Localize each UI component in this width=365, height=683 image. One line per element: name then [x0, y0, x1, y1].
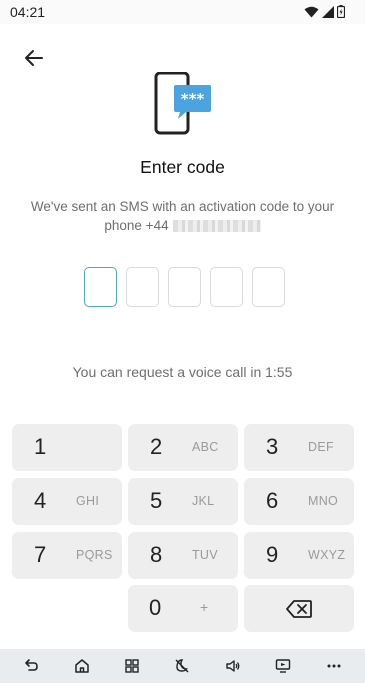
do-not-disturb-icon [175, 659, 189, 673]
code-digit-input[interactable] [210, 267, 243, 307]
battery-icon [337, 5, 345, 18]
subtitle: We've sent an SMS with an activation cod… [20, 197, 345, 235]
key-digit: 4 [34, 488, 47, 513]
key-letters: PQRS [76, 548, 113, 562]
key-digit: 7 [34, 542, 47, 567]
more-icon [327, 664, 341, 668]
key-8[interactable]: 8 TUV [128, 532, 238, 579]
nav-home-button[interactable] [67, 651, 97, 681]
key-7[interactable]: 7 PQRS [12, 532, 122, 579]
key-digit: 1 [34, 434, 47, 459]
key-digit: 9 [266, 542, 279, 567]
page-title: Enter code [140, 157, 225, 177]
screen-cast-icon [276, 659, 291, 673]
phone-sms-icon: *** [150, 71, 214, 136]
key-6[interactable]: 6 MNO [244, 478, 354, 525]
screen: 04:21 *** Enter code We've sent an SMS w… [0, 0, 365, 683]
signal-icon [322, 5, 334, 18]
arrow-left-icon [25, 50, 43, 66]
code-digit-input[interactable] [168, 267, 201, 307]
key-9[interactable]: 9 WXYZ [244, 532, 354, 579]
key-digit: 6 [266, 488, 279, 513]
back-button[interactable] [19, 44, 49, 72]
volume-icon [226, 660, 240, 672]
system-nav-bar [0, 649, 365, 683]
key-digit: 5 [150, 488, 163, 513]
key-letters: MNO [308, 494, 339, 508]
key-2[interactable]: 2 ABC [128, 424, 238, 471]
key-letters: TUV [192, 548, 218, 562]
nav-volume-button[interactable] [218, 651, 248, 681]
voice-call-countdown: You can request a voice call in 1:55 [72, 364, 293, 380]
key-letters: JKL [192, 494, 215, 508]
nav-screencast-button[interactable] [268, 651, 298, 681]
key-digit: 2 [150, 434, 163, 459]
key-digit: 0 [149, 595, 162, 620]
code-input-row [84, 267, 285, 307]
numeric-keypad: 1 2 ABC 3 DEF 4 GHI 5 JKL 6 MNO 7 PQRS 8 [0, 413, 365, 646]
key-letters: DEF [308, 440, 334, 454]
key-letters: ABC [192, 440, 219, 454]
key-digit: 3 [266, 434, 279, 459]
subtitle-line: We've sent an SMS with an activation cod… [30, 199, 335, 214]
key-1[interactable]: 1 [12, 424, 122, 471]
key-4[interactable]: 4 GHI [12, 478, 122, 525]
nav-apps-button[interactable] [117, 651, 147, 681]
status-time: 04:21 [10, 4, 46, 20]
code-digit-input[interactable] [252, 267, 285, 307]
status-bar: 04:21 [0, 0, 365, 24]
masked-phone-number [172, 220, 261, 233]
backspace-button[interactable] [244, 585, 354, 632]
key-digit: 8 [150, 542, 163, 567]
key-0[interactable]: 0 + [128, 585, 238, 632]
key-letters: + [200, 599, 209, 615]
phone-prefix: phone +44 [104, 218, 169, 233]
bubble-text: *** [181, 90, 205, 108]
nav-dnd-button[interactable] [167, 651, 197, 681]
key-letters: WXYZ [308, 548, 346, 562]
home-icon [74, 659, 89, 673]
nav-back-button[interactable] [16, 651, 46, 681]
code-digit-input[interactable] [126, 267, 159, 307]
key-letters: GHI [76, 494, 100, 508]
nav-more-button[interactable] [319, 651, 349, 681]
code-digit-input[interactable] [84, 267, 117, 307]
key-5[interactable]: 5 JKL [128, 478, 238, 525]
back-icon [25, 659, 39, 671]
status-icons [304, 5, 345, 18]
key-3[interactable]: 3 DEF [244, 424, 354, 471]
wifi-icon [304, 6, 319, 17]
apps-grid-icon [125, 659, 139, 673]
backspace-icon [286, 599, 312, 618]
